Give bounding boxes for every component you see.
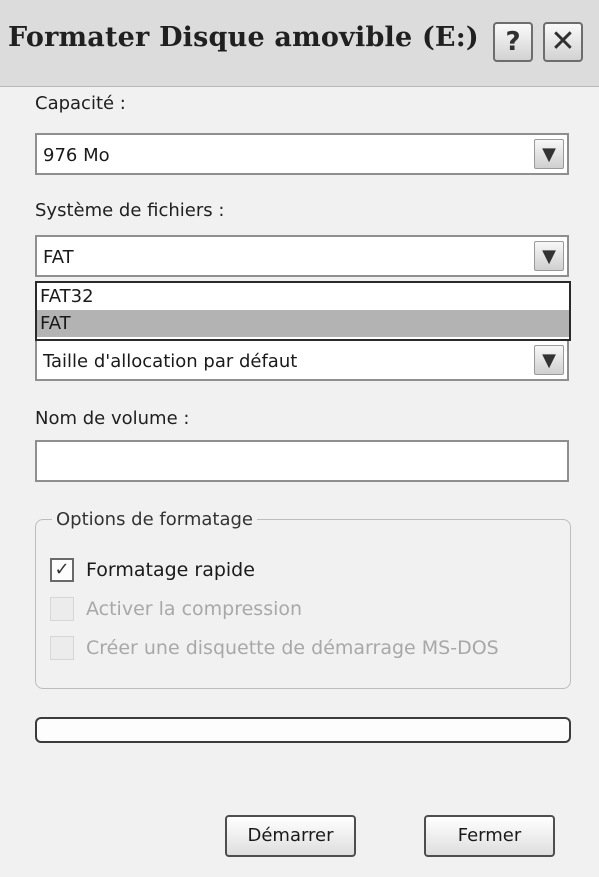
start-button[interactable]: Démarrer [225, 815, 356, 857]
close-button[interactable]: Fermer [424, 815, 555, 857]
close-window-button[interactable]: ✕ [543, 22, 583, 62]
capacity-label: Capacité : [35, 93, 126, 114]
filesystem-dropdown-list[interactable]: FAT32 FAT [35, 281, 571, 341]
filesystem-label: Système de fichiers : [35, 200, 225, 221]
capacity-select[interactable]: 976 Mo ▼ [35, 133, 569, 175]
chevron-down-icon[interactable]: ▼ [534, 345, 564, 375]
volume-name-input[interactable] [35, 440, 569, 482]
chevron-down-icon[interactable]: ▼ [534, 139, 564, 169]
allocation-select[interactable]: Taille d'allocation par défaut ▼ [35, 339, 569, 381]
window-title: Formater Disque amovible (E:) [8, 22, 479, 53]
checkbox-box [50, 597, 74, 621]
volume-label: Nom de volume : [35, 408, 190, 429]
quick-format-label[interactable]: Formatage rapide [86, 558, 255, 582]
filesystem-value: FAT [43, 247, 74, 268]
capacity-value: 976 Mo [43, 145, 110, 166]
check-icon[interactable]: ✓ [50, 558, 74, 582]
allocation-value: Taille d'allocation par défaut [43, 351, 298, 372]
filesystem-option-fat[interactable]: FAT [37, 310, 569, 337]
checkbox-box [50, 636, 74, 660]
filesystem-select[interactable]: FAT ▼ [35, 235, 569, 277]
format-progress-bar [35, 717, 571, 743]
title-bar[interactable]: Formater Disque amovible (E:) ? ✕ [0, 0, 599, 86]
compression-label: Activer la compression [86, 598, 303, 620]
format-options-title: Options de formatage [52, 509, 257, 530]
filesystem-option-fat32[interactable]: FAT32 [37, 283, 569, 310]
help-button[interactable]: ? [493, 22, 533, 62]
msdos-boot-label: Créer une disquette de démarrage MS-DOS [86, 637, 499, 659]
chevron-down-icon[interactable]: ▼ [534, 241, 564, 271]
close-icon: ✕ [550, 24, 576, 59]
